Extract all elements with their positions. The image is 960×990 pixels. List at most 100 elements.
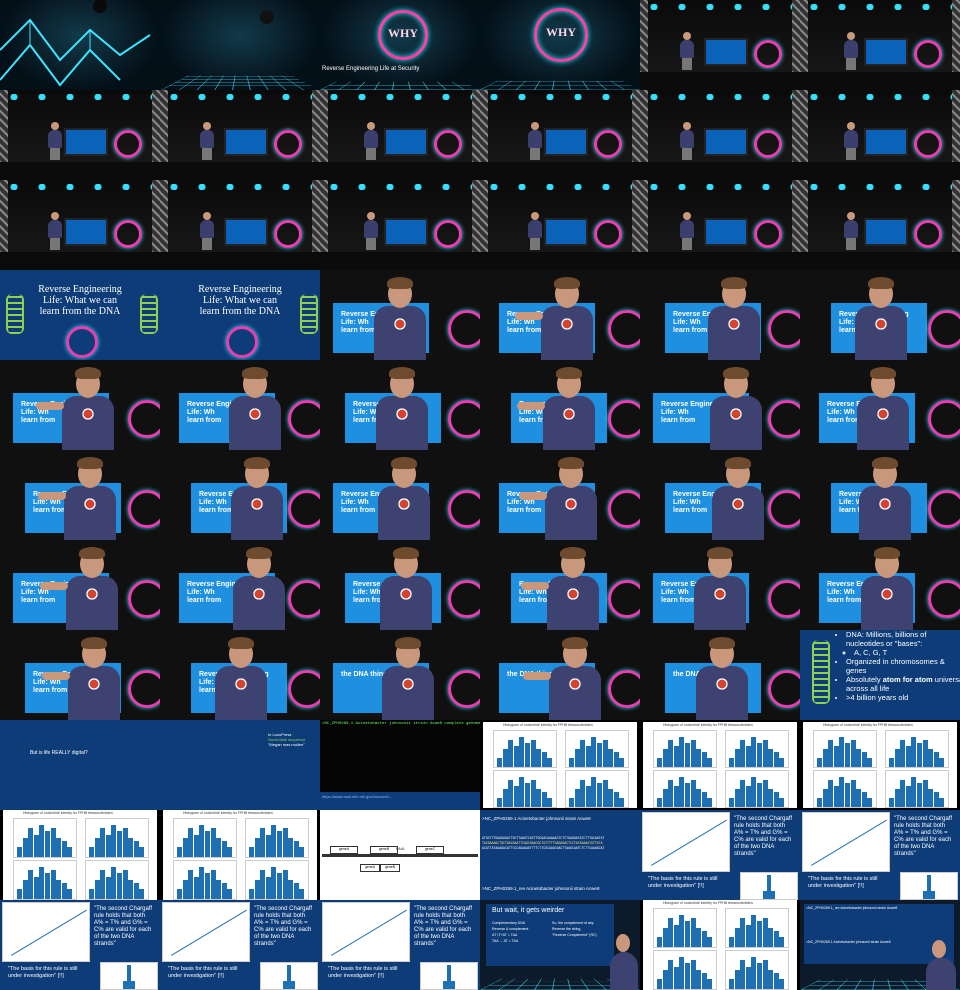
why-sign bbox=[288, 400, 320, 438]
histogram-bar bbox=[597, 743, 603, 767]
speaker-body bbox=[528, 220, 542, 238]
histogram-bar bbox=[768, 749, 774, 767]
histogram-bar bbox=[67, 847, 73, 857]
spike-histogram bbox=[740, 872, 798, 900]
histogram-bar bbox=[199, 867, 205, 899]
stage-lights bbox=[160, 94, 320, 100]
speaker-shirt bbox=[610, 952, 638, 990]
speaker-hair bbox=[870, 367, 896, 379]
histogram-bar bbox=[768, 789, 774, 807]
histogram-bar bbox=[210, 870, 216, 899]
stage-lights bbox=[640, 4, 800, 10]
histogram-bar bbox=[28, 870, 34, 899]
histogram-bar bbox=[541, 752, 547, 767]
histogram-bar bbox=[856, 749, 862, 767]
histogram-bar bbox=[619, 798, 625, 807]
frame-speaker-closeup: Reverse EngineeringLife: Whlearn from bbox=[320, 270, 480, 360]
stage-lights bbox=[160, 184, 320, 190]
why-sign bbox=[768, 490, 800, 528]
wireframe-graphic bbox=[0, 0, 151, 87]
shirt-logo bbox=[563, 584, 583, 604]
shirt-logo bbox=[78, 404, 98, 424]
speaker-head bbox=[531, 122, 539, 130]
histogram-bar bbox=[619, 758, 625, 767]
frame-speaker-closeup: Reverse EngineeringLife: Whlearn from bbox=[640, 360, 800, 450]
histogram-bar bbox=[657, 798, 663, 807]
histogram-bar bbox=[117, 831, 123, 857]
histogram-bar bbox=[608, 749, 614, 767]
speaker-head bbox=[847, 212, 855, 220]
why-sign bbox=[768, 580, 800, 618]
why-sign bbox=[754, 40, 782, 68]
histogram-bar bbox=[773, 931, 779, 947]
histogram-bar bbox=[61, 883, 67, 899]
speaker-hair bbox=[393, 547, 419, 559]
histogram-bar bbox=[931, 891, 935, 899]
speaker-shirt bbox=[926, 958, 956, 990]
frame-speaker-closeup: Reverse EngineeringLife: Whlearn from bbox=[0, 630, 160, 720]
histogram-bar bbox=[762, 740, 768, 767]
histogram-panel bbox=[885, 770, 949, 808]
chargaff-basis: "The basis for this rule is still under i… bbox=[328, 966, 398, 979]
why-sign bbox=[768, 310, 800, 348]
speaker-hair bbox=[562, 637, 588, 649]
shirt-logo bbox=[873, 404, 893, 424]
histogram-bar bbox=[729, 798, 735, 807]
frame-speaker-closeup: the DNA things bbox=[480, 630, 640, 720]
histogram-title: Histogram of nucleotide identity for FPH… bbox=[823, 723, 913, 727]
stage-lights bbox=[800, 184, 960, 190]
shirt-logo bbox=[396, 584, 416, 604]
frame-speaker-closeup: Reverse EngineeringLife: Whlearn from bbox=[800, 360, 960, 450]
why-sign bbox=[928, 310, 960, 348]
frame-speaker-closeup: Reverse EngineeringLife: Whlearn from bbox=[0, 540, 160, 630]
frame-digital-question: But is life REALLY digital? In LuxoPress… bbox=[0, 720, 320, 810]
stage-lights bbox=[0, 184, 160, 190]
histogram-bar bbox=[833, 746, 839, 767]
speaker-arm bbox=[40, 582, 68, 590]
speaker-body bbox=[680, 40, 694, 58]
neon-grid bbox=[160, 75, 320, 90]
frame-speaker-closeup: Reverse EngineeringLife: Whlearn from bbox=[320, 450, 480, 540]
histogram-bar bbox=[933, 792, 939, 807]
histogram-bar bbox=[734, 969, 740, 989]
frame-speaker-closeup: Reverse EngineeringLife: Whlearn from bbox=[640, 270, 800, 360]
why-sign bbox=[114, 220, 142, 248]
histogram-bar bbox=[56, 879, 62, 899]
histogram-bar bbox=[282, 828, 288, 857]
genome-header: >NC_ZPH0269.1_rev Acinetobacter johnsoni… bbox=[482, 886, 600, 891]
why-sign bbox=[608, 670, 640, 708]
histogram-bar bbox=[679, 737, 685, 767]
frame-wireframe-2 bbox=[160, 0, 320, 90]
histogram-bar bbox=[673, 966, 679, 989]
histogram-bar bbox=[762, 960, 768, 989]
histogram-bar bbox=[757, 963, 763, 989]
histogram-bar bbox=[696, 969, 702, 989]
histogram-bar bbox=[889, 758, 895, 767]
chargaff-basis: "The basis for this rule is still under i… bbox=[648, 876, 718, 889]
speaker-hair bbox=[725, 457, 751, 469]
histogram-bar bbox=[701, 973, 707, 989]
histogram-bar bbox=[265, 876, 271, 899]
diagonal-line bbox=[811, 819, 887, 866]
why-sign bbox=[114, 130, 142, 158]
histogram-bar bbox=[94, 837, 100, 857]
histogram-bar bbox=[254, 837, 260, 857]
stage-lights bbox=[800, 4, 960, 10]
why-sign bbox=[288, 490, 320, 528]
histogram-bar bbox=[299, 889, 305, 899]
why-sign bbox=[434, 130, 462, 158]
why-sign bbox=[448, 580, 480, 618]
shirt-logo bbox=[398, 674, 418, 694]
histogram-bar bbox=[282, 870, 288, 899]
frame-stage-wide bbox=[480, 180, 640, 270]
histogram-panel bbox=[13, 860, 77, 900]
histogram-bar bbox=[128, 879, 134, 899]
histogram-bar bbox=[67, 889, 73, 899]
histogram-bar bbox=[299, 847, 305, 857]
speaker-head bbox=[203, 212, 211, 220]
stage-screen bbox=[704, 38, 748, 66]
chargaff-quote: "The second Chargaff rule holds that both… bbox=[414, 906, 473, 947]
histogram-bar bbox=[525, 743, 531, 767]
histogram-bar bbox=[574, 789, 580, 807]
histogram-bar bbox=[779, 798, 785, 807]
